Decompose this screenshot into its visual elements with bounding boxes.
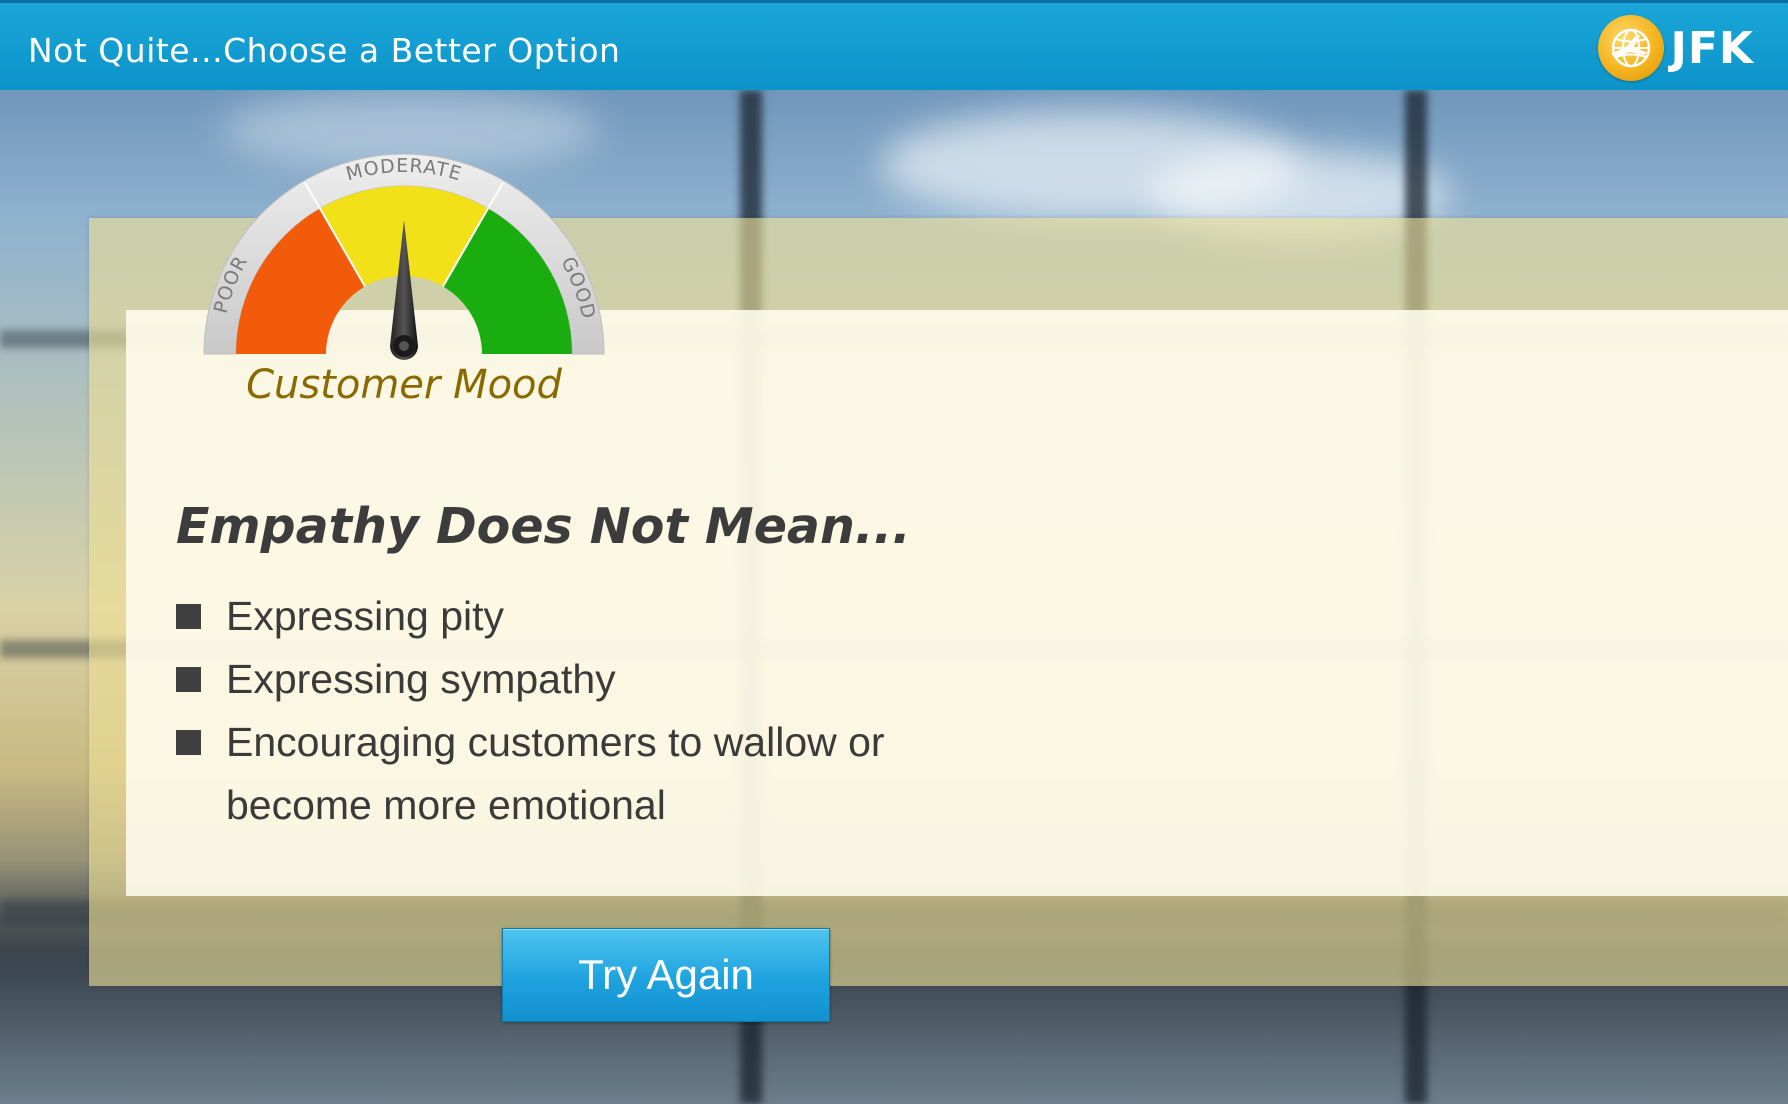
- brand-name: JFK: [1670, 22, 1754, 74]
- square-bullet-icon: [176, 730, 201, 755]
- customer-mood-gauge: POOR MODERATE GOOD: [200, 148, 608, 362]
- list-item: Encouraging customers to wallow or becom…: [176, 711, 936, 837]
- list-item: Expressing sympathy: [176, 648, 936, 711]
- square-bullet-icon: [176, 604, 201, 629]
- feedback-heading: Empathy Does Not Mean...: [176, 498, 911, 555]
- page-title: Not Quite...Choose a Better Option: [28, 31, 621, 70]
- square-bullet-icon: [176, 667, 201, 692]
- title-bar: Not Quite...Choose a Better Option JFK: [0, 0, 1788, 90]
- brand-logo: JFK: [1598, 15, 1754, 81]
- feedback-list: Expressing pity Expressing sympathy Enco…: [176, 585, 936, 837]
- globe-airplane-icon: [1598, 15, 1665, 81]
- gauge-title: Customer Mood: [246, 362, 562, 408]
- list-item: Expressing pity: [176, 585, 936, 648]
- try-again-button[interactable]: Try Again: [502, 928, 830, 1022]
